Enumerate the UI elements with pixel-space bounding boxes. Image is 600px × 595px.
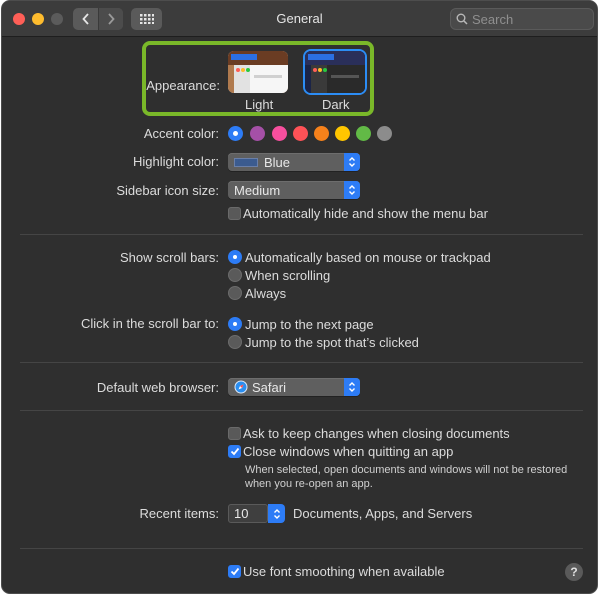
- scroll-click-spot-radio[interactable]: [228, 335, 242, 349]
- highlight-color-swatch: [234, 157, 258, 167]
- menubar-autohide-checkbox[interactable]: [228, 207, 241, 220]
- help-button[interactable]: ?: [565, 563, 583, 581]
- recent-items-value[interactable]: 10: [228, 504, 268, 523]
- show-scroll-bars-label: Show scroll bars:: [120, 250, 219, 265]
- sidebar-icon-size-popup[interactable]: Medium: [228, 181, 360, 199]
- back-button[interactable]: [73, 8, 98, 30]
- popup-arrows-icon: [344, 378, 360, 396]
- accent-swatch-purple[interactable]: [250, 126, 265, 141]
- scroll-click-label: Click in the scroll bar to:: [81, 316, 219, 331]
- default-browser-value: Safari: [252, 379, 286, 395]
- recent-items-label: Recent items:: [139, 506, 219, 521]
- close-windows-note-line1: When selected, open documents and window…: [245, 464, 568, 476]
- scroll-bars-auto-radio[interactable]: [228, 250, 242, 264]
- popup-arrows-icon: [344, 181, 360, 199]
- menubar-autohide-label[interactable]: Automatically hide and show the menu bar: [243, 206, 488, 221]
- chevron-left-icon: [81, 13, 89, 25]
- appearance-light-thumbnail[interactable]: [228, 51, 288, 93]
- safari-icon: [234, 380, 248, 394]
- forward-button[interactable]: [98, 8, 123, 30]
- default-browser-label: Default web browser:: [96, 380, 219, 395]
- preferences-window: General Appearance:: [1, 0, 598, 594]
- appearance-dark-label[interactable]: Dark: [322, 97, 349, 112]
- stepper-arrows-icon[interactable]: [268, 504, 285, 523]
- close-windows-checkbox[interactable]: [228, 445, 241, 458]
- accent-swatch-orange[interactable]: [314, 126, 329, 141]
- font-smoothing-checkbox[interactable]: [228, 565, 241, 578]
- font-smoothing-label[interactable]: Use font smoothing when available: [243, 564, 445, 579]
- recent-items-stepper[interactable]: 10: [228, 504, 285, 523]
- accent-swatch-green[interactable]: [356, 126, 371, 141]
- scroll-click-next-page-radio[interactable]: [228, 317, 242, 331]
- checkmark-icon: [230, 447, 239, 456]
- show-all-button[interactable]: [131, 8, 162, 30]
- minimize-window-button[interactable]: [32, 13, 44, 25]
- appearance-light-label[interactable]: Light: [245, 97, 273, 112]
- scroll-bars-auto-label[interactable]: Automatically based on mouse or trackpad: [245, 250, 491, 265]
- separator: [20, 362, 583, 363]
- title-bar: General: [2, 1, 597, 37]
- zoom-window-button[interactable]: [51, 13, 63, 25]
- accent-swatch-graphite[interactable]: [377, 126, 392, 141]
- scroll-bars-scrolling-radio[interactable]: [228, 268, 242, 282]
- recent-items-suffix: Documents, Apps, and Servers: [293, 506, 473, 521]
- scroll-bars-always-radio[interactable]: [228, 286, 242, 300]
- sidebar-icon-size-label: Sidebar icon size:: [116, 183, 219, 198]
- dark-mode-preview-icon: [305, 51, 365, 93]
- chevron-right-icon: [108, 13, 115, 25]
- scroll-click-next-page-label[interactable]: Jump to the next page: [245, 317, 374, 332]
- popup-arrows-icon: [344, 153, 360, 171]
- highlight-color-popup[interactable]: Blue: [228, 153, 360, 171]
- close-window-button[interactable]: [13, 13, 25, 25]
- separator: [20, 410, 583, 411]
- search-field[interactable]: [450, 8, 594, 30]
- accent-swatch-blue[interactable]: [228, 126, 243, 141]
- close-windows-label[interactable]: Close windows when quitting an app: [243, 444, 453, 459]
- scroll-click-spot-label[interactable]: Jump to the spot that’s clicked: [245, 335, 419, 350]
- close-windows-note-line2: when you re-open an app.: [245, 478, 373, 490]
- appearance-label: Appearance:: [146, 78, 220, 93]
- accent-swatch-red[interactable]: [293, 126, 308, 141]
- highlight-color-label: Highlight color:: [133, 154, 219, 169]
- highlight-color-value: Blue: [264, 154, 291, 170]
- ask-keep-changes-checkbox[interactable]: [228, 427, 241, 440]
- search-icon: [456, 13, 468, 25]
- default-browser-popup[interactable]: Safari: [228, 378, 360, 396]
- accent-color-label: Accent color:: [143, 126, 219, 141]
- light-mode-preview-icon: [228, 51, 288, 93]
- search-input[interactable]: [472, 11, 582, 27]
- accent-swatch-yellow[interactable]: [335, 126, 350, 141]
- grid-icon: [139, 14, 154, 24]
- separator: [20, 234, 583, 235]
- back-forward-group: [73, 8, 123, 30]
- scroll-bars-scrolling-label[interactable]: When scrolling: [245, 268, 330, 283]
- scroll-bars-always-label[interactable]: Always: [245, 286, 286, 301]
- separator: [20, 548, 583, 549]
- ask-keep-changes-label[interactable]: Ask to keep changes when closing documen…: [243, 426, 510, 441]
- sidebar-icon-size-value: Medium: [234, 182, 281, 198]
- checkmark-icon: [230, 567, 239, 576]
- appearance-dark-thumbnail[interactable]: [305, 51, 365, 93]
- accent-swatch-pink[interactable]: [272, 126, 287, 141]
